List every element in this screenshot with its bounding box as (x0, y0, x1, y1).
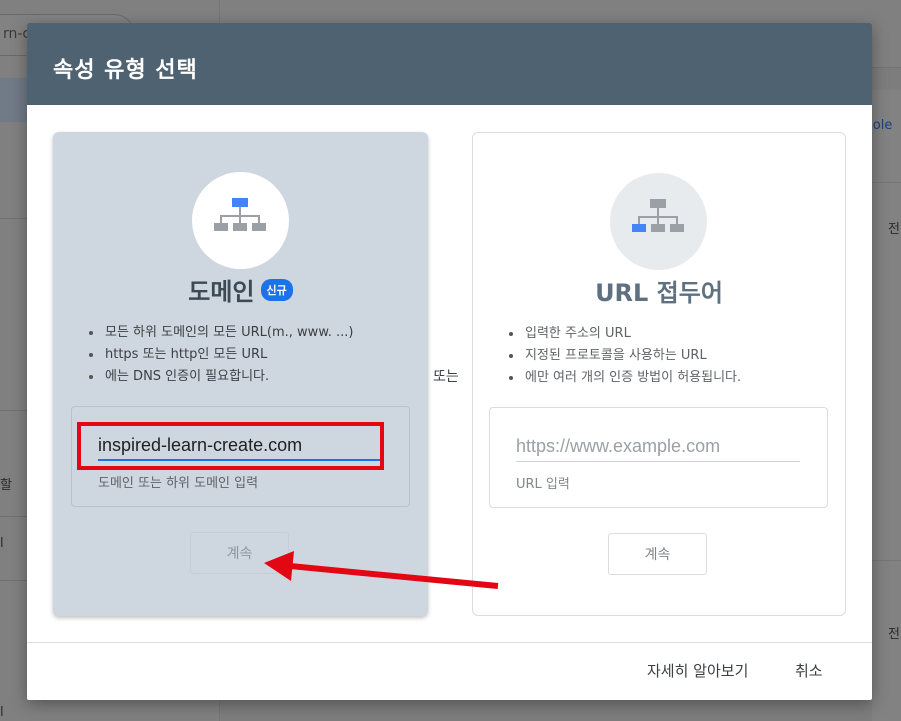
url-card-title: URL 접두어 (595, 279, 723, 307)
url-prefix-card[interactable]: URL 접두어 입력한 주소의 URL 지정된 프로토콜을 사용하는 URL 에… (472, 132, 846, 616)
url-bullet-list: 입력한 주소의 URL 지정된 프로토콜을 사용하는 URL 에만 여러 개의 … (508, 323, 741, 389)
dialog-header: 속성 유형 선택 (27, 23, 872, 105)
domain-continue-button[interactable]: 계속 (190, 532, 289, 574)
url-input-box: URL 입력 (489, 407, 828, 508)
background-divider (872, 560, 901, 561)
list-item: 입력한 주소의 URL (508, 323, 741, 345)
domain-input-hint: 도메인 또는 하위 도메인 입력 (98, 476, 259, 491)
list-item: 에는 DNS 인증이 필요합니다. (89, 366, 354, 388)
background-right-panel: sole 전 전 (866, 90, 901, 721)
dialog-title: 속성 유형 선택 (53, 58, 198, 83)
background-right-text: 전 (888, 627, 900, 642)
url-icon-circle (610, 173, 707, 270)
list-item: 지정된 프로토콜을 사용하는 URL (508, 345, 741, 367)
or-label: 또는 (433, 369, 459, 385)
background-sidebar-text: 할 (0, 478, 12, 493)
property-type-dialog: 속성 유형 선택 도메인 신규 모든 하위 도메인의 모든 URL(m., www… (27, 23, 872, 700)
new-badge: 신규 (260, 279, 293, 301)
domain-icon-circle (192, 172, 289, 269)
annotation-highlight-box (77, 422, 384, 470)
background-sidebar-text: l (0, 536, 4, 551)
domain-title-text: 도메인 (188, 278, 255, 306)
cancel-button[interactable]: 취소 (795, 660, 823, 681)
background-right-text: 전 (888, 222, 900, 237)
domain-card[interactable]: 도메인 신규 모든 하위 도메인의 모든 URL(m., www. ...) ht… (53, 132, 428, 616)
url-input[interactable] (516, 432, 800, 462)
list-item: 모든 하위 도메인의 모든 URL(m., www. ...) (89, 322, 354, 344)
list-item: https 또는 http인 모든 URL (89, 344, 354, 366)
footer-divider (27, 642, 872, 643)
domain-card-title: 도메인 신규 (53, 272, 428, 307)
background-divider (872, 182, 901, 183)
list-item: 에만 여러 개의 인증 방법이 허용됩니다. (508, 367, 741, 389)
domain-bullet-list: 모든 하위 도메인의 모든 URL(m., www. ...) https 또는… (89, 322, 354, 388)
sitemap-icon (632, 199, 684, 232)
url-continue-button[interactable]: 계속 (608, 533, 707, 575)
background-sidebar-text: l (0, 705, 4, 720)
url-input-hint: URL 입력 (516, 477, 570, 492)
learn-more-button[interactable]: 자세히 알아보기 (647, 660, 748, 681)
sitemap-icon (214, 198, 266, 231)
